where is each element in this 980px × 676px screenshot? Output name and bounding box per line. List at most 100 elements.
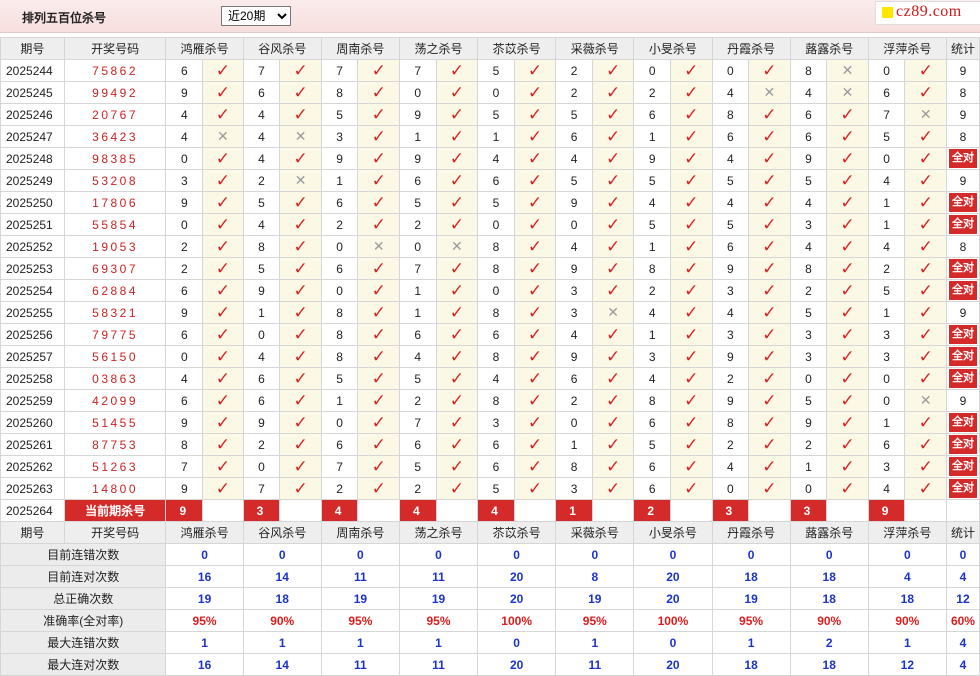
result-mark-cell: ✓ [513,125,557,148]
result-mark-cell: ✓ [202,367,244,390]
summary-stat: 60% [945,609,980,632]
kill-number-cell: 1 [633,125,672,148]
period-cell: 2025258 [0,367,65,390]
draw-number-cell: 42099 [63,389,167,412]
check-icon: ✓ [762,104,777,124]
current-kill-number: 9 [867,499,906,522]
col-header-stat: 统计 [945,521,980,544]
kill-number-cell: 4 [165,367,204,390]
result-mark-cell: ✓ [591,367,635,390]
result-mark-cell: ✓ [435,125,479,148]
current-kill-number: 3 [711,499,750,522]
check-icon: ✓ [918,60,933,80]
check-icon: ✓ [371,60,386,80]
current-kill-number: 1 [555,499,593,522]
summary-value: 0 [633,543,713,566]
check-icon: ✓ [371,192,386,212]
kill-number-cell: 8 [711,411,750,434]
kill-number-cell: 7 [320,59,359,82]
kill-number-cell: 3 [789,213,828,236]
draw-number-cell: 56150 [63,345,167,368]
current-kill-label: 当前期杀号 [63,499,167,522]
draw-number-cell: 36423 [63,125,167,148]
check-icon: ✓ [449,258,464,278]
kill-number-cell: 4 [555,323,593,346]
result-mark-cell: ✓ [513,279,557,302]
period-cell: 2025257 [0,345,65,368]
summary-value: 90% [867,609,947,632]
result-mark-cell: ✓ [513,433,557,456]
kill-number-cell: 0 [477,279,515,302]
result-mark-cell: ✓ [435,367,479,390]
result-mark-cell: ✓ [435,433,479,456]
kill-number-cell: 0 [555,213,593,236]
check-icon: ✓ [606,82,621,102]
check-icon: ✓ [684,368,699,388]
result-mark-cell: ✓ [279,345,322,368]
draw-number-cell: 53208 [63,169,167,192]
period-cell: 2025250 [0,191,65,214]
result-mark-cell: ✓ [357,81,400,104]
check-icon: ✓ [293,280,308,300]
check-icon: ✓ [762,258,777,278]
result-mark-cell: ✓ [591,257,635,280]
col-header-expert: 蕗露杀号 [789,37,869,60]
table-row: 2025251 55854 0 ✓ 4 ✓ 2 ✓ 2 ✓ 0 ✓ 0 ✓ 5 ✓ 5 ✓ 3 ✓ 1 ✓ 全对 [0,213,980,236]
kill-number-cell: 6 [477,433,515,456]
col-header-expert: 小旻杀号 [633,521,713,544]
col-header-expert: 浮萍杀号 [867,37,947,60]
kill-number-cell: 2 [555,81,593,104]
check-icon: ✓ [918,324,933,344]
result-mark-cell: ✓ [748,455,791,478]
check-icon: ✓ [449,434,464,454]
summary-value: 18 [789,587,869,610]
summary-value: 12 [867,653,947,676]
kill-number-cell: 6 [320,191,359,214]
result-mark-cell: ✓ [670,301,713,324]
kill-number-cell: 1 [398,279,437,302]
summary-stat: 4 [945,565,980,588]
summary-value: 1 [711,631,791,654]
all-correct-badge: 全对 [948,193,977,212]
summary-value: 0 [555,543,635,566]
check-icon: ✓ [293,302,308,322]
check-icon: ✓ [840,280,855,300]
period-cell: 2025248 [0,147,65,170]
result-mark-cell: ✓ [513,345,557,368]
result-mark-cell: ✓ [202,235,244,258]
site-logo-text: cz89.com [896,3,962,20]
summary-value: 1 [320,631,400,654]
check-icon: ✓ [762,456,777,476]
result-mark-cell: ✓ [279,367,322,390]
result-mark-cell: ✓ [357,477,400,500]
result-mark-cell: ✓ [279,323,322,346]
kill-number-cell: 1 [867,411,906,434]
draw-number-cell: 14800 [63,477,167,500]
check-icon: ✓ [762,60,777,80]
kill-number-cell: 5 [477,103,515,126]
kill-number-cell: 4 [555,235,593,258]
result-mark-cell: ✓ [357,389,400,412]
kill-number-cell: 6 [398,433,437,456]
check-icon: ✓ [762,478,777,498]
check-icon: ✓ [606,126,621,146]
check-icon: ✓ [215,214,231,234]
check-icon: ✓ [215,456,231,476]
period-cell: 2025260 [0,411,65,434]
result-mark-cell: ✓ [591,103,635,126]
site-logo[interactable]: cz89.com [875,1,980,25]
check-icon: ✓ [684,126,699,146]
current-kill-spacer [357,499,400,522]
result-mark-cell: ✓ [904,147,947,170]
result-mark-cell: ✓ [826,147,869,170]
all-correct-badge: 全对 [948,435,977,454]
draw-number-cell: 98385 [63,147,167,170]
kill-number-cell: 8 [477,301,515,324]
result-mark-cell: ✓ [904,169,947,192]
kill-number-cell: 3 [320,125,359,148]
check-icon: ✓ [293,324,308,344]
summary-row: 总正确次数 19 18 19 19 20 19 20 19 18 18 12 [0,587,980,610]
period-range-select[interactable]: 近20期 [221,6,291,26]
check-icon: ✓ [918,236,933,256]
kill-number-cell: 5 [398,367,437,390]
